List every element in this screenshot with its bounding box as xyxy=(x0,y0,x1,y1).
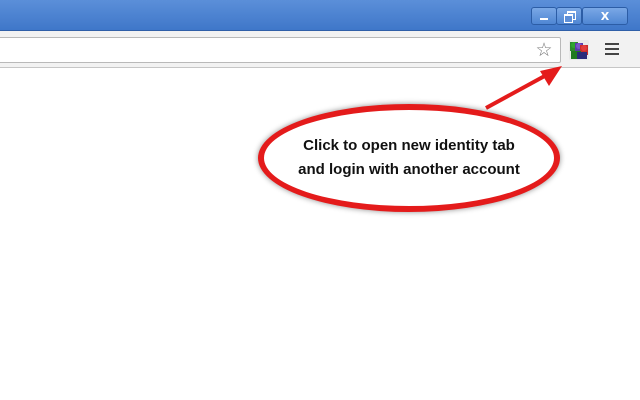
browser-toolbar: ☆ xyxy=(0,31,640,68)
menu-icon[interactable] xyxy=(605,43,619,57)
restore-button[interactable] xyxy=(556,7,582,25)
address-bar[interactable]: ☆ xyxy=(0,37,561,63)
minimize-icon xyxy=(540,18,548,20)
star-icon[interactable]: ☆ xyxy=(533,38,555,62)
callout-text: Click to open new identity tab and login… xyxy=(284,134,534,182)
restore-icon xyxy=(564,11,576,23)
title-bar: X xyxy=(0,0,640,31)
multi-identity-icon[interactable] xyxy=(568,39,590,61)
callout-line-1: Click to open new identity tab xyxy=(303,137,515,154)
callout-line-2: and login with another account xyxy=(298,161,520,178)
close-button[interactable]: X xyxy=(582,7,628,25)
callout-bubble: Click to open new identity tab and login… xyxy=(258,104,560,212)
minimize-button[interactable] xyxy=(531,7,557,25)
